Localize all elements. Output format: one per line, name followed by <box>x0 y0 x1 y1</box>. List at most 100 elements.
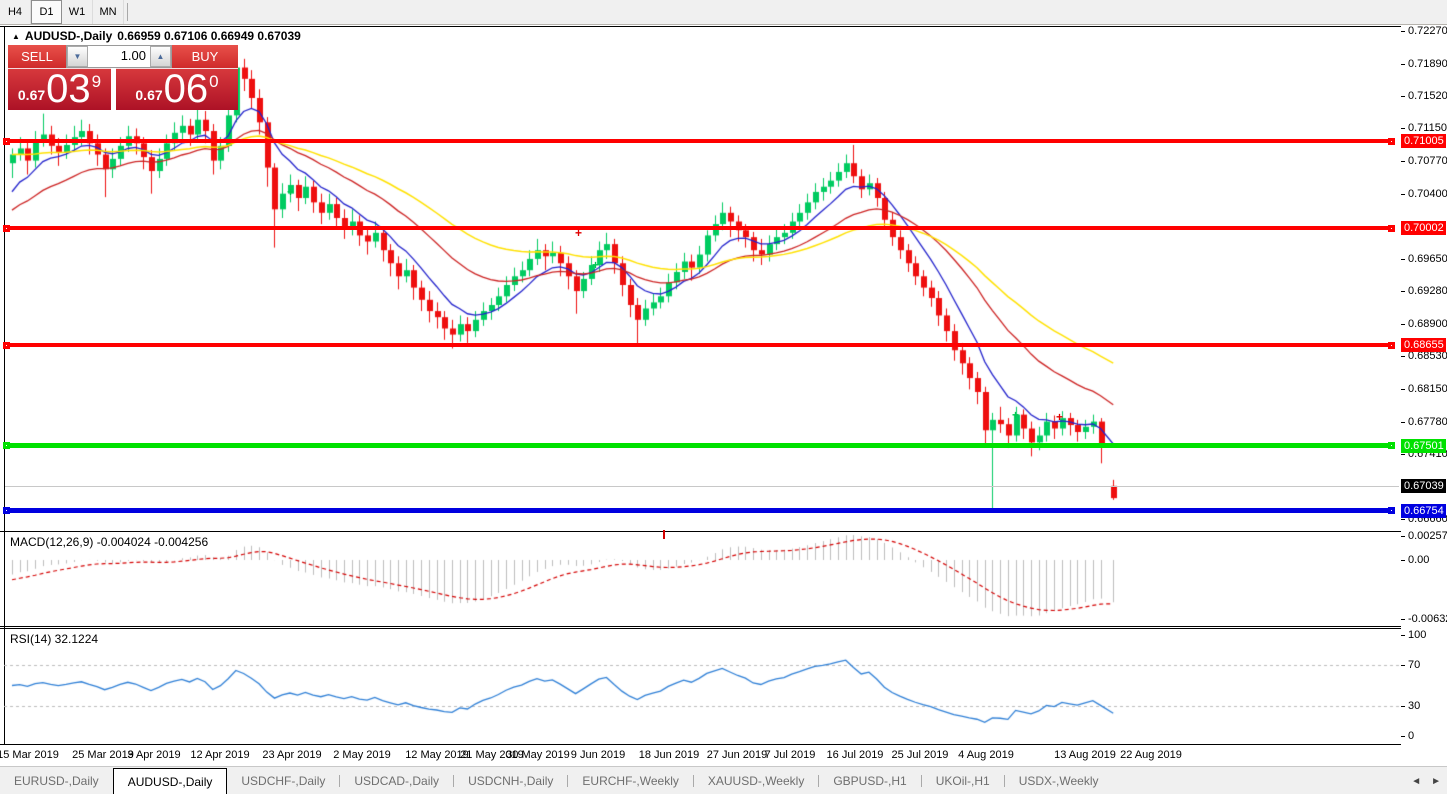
volume-stepper: ▼ 1.00 ▲ <box>66 45 172 68</box>
price-axis-tick <box>1401 64 1405 66</box>
chart-tab-usdx-weekly[interactable]: USDX-,Weekly <box>1005 767 1113 794</box>
price-axis-label: 0.71520 <box>1408 90 1447 103</box>
tabs-scroll-right-icon[interactable]: ► <box>1431 776 1441 787</box>
price-axis-tick <box>1401 519 1405 520</box>
volume-increase-button[interactable]: ▲ <box>150 46 171 67</box>
price-axis-tick <box>1401 31 1405 32</box>
indicator-axis-tick <box>1401 618 1405 620</box>
price-axis-tick <box>1401 356 1405 358</box>
horizontal-line-0.68655[interactable] <box>5 343 1392 348</box>
price-axis-tick <box>1401 389 1405 391</box>
sell-price-prefix: 0.67 <box>17 87 46 103</box>
price-axis-tick <box>1401 96 1405 98</box>
horizontal-line-0.66754[interactable] <box>5 508 1392 514</box>
price-axis-tick <box>1401 291 1405 293</box>
timeframe-button-d1[interactable]: D1 <box>31 0 62 24</box>
indicator-axis-label: -0.006326 <box>1408 612 1447 625</box>
sell-button[interactable]: SELL <box>8 45 66 68</box>
timeframe-button-mn[interactable]: MN <box>93 0 124 24</box>
macd-indicator-canvas[interactable] <box>4 532 1400 626</box>
order-cross-marker: + <box>1055 410 1063 424</box>
date-axis-label: 4 Aug 2019 <box>958 749 1014 761</box>
price-axis-tick <box>1401 128 1405 130</box>
indicator-axis-tick <box>1401 635 1405 636</box>
price-axis-label: 0.69280 <box>1408 285 1447 298</box>
line-drag-handle[interactable] <box>1388 137 1395 145</box>
price-axis-label: 0.67780 <box>1408 415 1447 428</box>
indicator-axis-label: 70 <box>1408 659 1421 672</box>
volume-input[interactable]: 1.00 <box>88 46 150 67</box>
rsi-pane-separator[interactable] <box>0 626 1447 627</box>
chart-tab-gbpusd-h1[interactable]: GBPUSD-,H1 <box>819 767 920 794</box>
price-axis-label: 0.72270 <box>1408 25 1447 37</box>
chevron-up-icon: ▲ <box>156 52 165 61</box>
line-drag-handle[interactable] <box>3 137 10 145</box>
horizontal-line-0.67501[interactable] <box>5 443 1392 449</box>
price-axis-tick <box>1401 453 1405 455</box>
order-cross-marker: + <box>1011 408 1019 422</box>
one-click-trading-panel: SELL ▼ 1.00 ▲ BUY 0.67 03 9 0.67 06 0 <box>8 45 238 110</box>
indicator-axis-label: 0.002574 <box>1408 530 1447 543</box>
chart-tab-ukoil-h1[interactable]: UKOil-,H1 <box>922 767 1004 794</box>
chevron-down-icon: ▼ <box>73 52 82 61</box>
line-drag-handle[interactable] <box>1388 507 1395 515</box>
buy-price-pip-digit: 0 <box>209 72 219 91</box>
chart-title: ▲ AUDUSD-,Daily 0.66959 0.67106 0.66949 … <box>12 29 301 43</box>
line-drag-handle[interactable] <box>1388 442 1395 450</box>
price-tag-0.66754: 0.66754 <box>1401 503 1446 518</box>
current-price-line <box>5 486 1399 488</box>
chart-tab-xauusd-weekly[interactable]: XAUUSD-,Weekly <box>694 767 818 794</box>
line-drag-handle[interactable] <box>3 507 10 515</box>
tabs-scroll-left-icon[interactable]: ◄ <box>1411 776 1421 787</box>
buy-button[interactable]: BUY <box>172 45 238 68</box>
price-axis-tick <box>1401 258 1405 260</box>
price-axis-tick <box>1401 161 1405 163</box>
price-tag-0.68655: 0.68655 <box>1401 338 1446 353</box>
macd-label: MACD(12,26,9) -0.004024 -0.004256 <box>10 535 209 549</box>
chart-tab-eurchf-weekly[interactable]: EURCHF-,Weekly <box>568 767 692 794</box>
price-axis-label: 0.71150 <box>1408 122 1447 135</box>
indicator-axis-tick <box>1401 665 1405 667</box>
price-axis-label: 0.69650 <box>1408 252 1447 265</box>
price-axis-tick <box>1401 324 1405 326</box>
symbol-collapse-icon[interactable]: ▲ <box>12 32 20 41</box>
line-drag-handle[interactable] <box>3 442 10 450</box>
chart-symbol-label: AUDUSD-,Daily <box>24 29 113 43</box>
timeframe-button-w1[interactable]: W1 <box>62 0 93 24</box>
order-cross-marker: + <box>574 226 582 240</box>
date-axis[interactable]: 15 Mar 2019 25 Mar 2019 3 Apr 2019 12 Apr 2… <box>0 745 1447 766</box>
current-price-tag: 0.67039 <box>1401 479 1446 494</box>
chart-tab-eurusd-daily[interactable]: EURUSD-,Daily <box>0 767 113 794</box>
line-drag-handle[interactable] <box>3 341 10 349</box>
trading-terminal-window: H4 D1 W1 MN + + + + + 0.72270 0.71890 0.71520 0.71… <box>0 0 1447 794</box>
indicator-axis-tick <box>1401 705 1405 707</box>
macd-spike-tick <box>663 530 665 539</box>
chart-tab-usdcad-daily[interactable]: USDCAD-,Daily <box>340 767 453 794</box>
line-drag-handle[interactable] <box>3 224 10 232</box>
order-cross-marker: + <box>286 185 294 199</box>
price-tag-0.67501: 0.67501 <box>1401 438 1446 453</box>
macd-pane-separator[interactable] <box>0 531 1447 532</box>
buy-price-display[interactable]: 0.67 06 0 <box>116 68 238 110</box>
chart-tab-usdcnh-daily[interactable]: USDCNH-,Daily <box>454 767 567 794</box>
line-drag-handle[interactable] <box>1388 224 1395 232</box>
date-axis-label: 22 Aug 2019 <box>1120 749 1182 761</box>
line-drag-handle[interactable] <box>1388 341 1395 349</box>
sell-price-display[interactable]: 0.67 03 9 <box>8 68 111 110</box>
chart-tab-audusd-daily[interactable]: AUDUSD-,Daily <box>112 768 228 794</box>
price-axis-label: 0.68900 <box>1408 318 1447 331</box>
horizontal-line-0.71005[interactable] <box>5 139 1392 144</box>
horizontal-line-0.70002[interactable] <box>5 226 1392 231</box>
chart-tab-usdchf-daily[interactable]: USDCHF-,Daily <box>227 767 339 794</box>
timeframe-toolbar: H4 D1 W1 MN <box>0 0 1447 25</box>
rsi-indicator-canvas[interactable] <box>4 629 1400 743</box>
timeframe-button-h4[interactable]: H4 <box>0 0 31 24</box>
buy-price-prefix: 0.67 <box>135 87 163 103</box>
chart-area: + + + + + 0.72270 0.71890 0.71520 0.71150 0.7077… <box>0 25 1447 766</box>
price-axis-label: 0.71890 <box>1408 58 1447 71</box>
chart-ohlc-values: 0.66959 0.67106 0.66949 0.67039 <box>117 29 301 43</box>
indicator-axis-label: 30 <box>1408 699 1421 712</box>
rsi-pane-separator-inner <box>0 628 1447 629</box>
volume-decrease-button[interactable]: ▼ <box>67 46 88 67</box>
indicator-axis-tick <box>1401 736 1405 737</box>
